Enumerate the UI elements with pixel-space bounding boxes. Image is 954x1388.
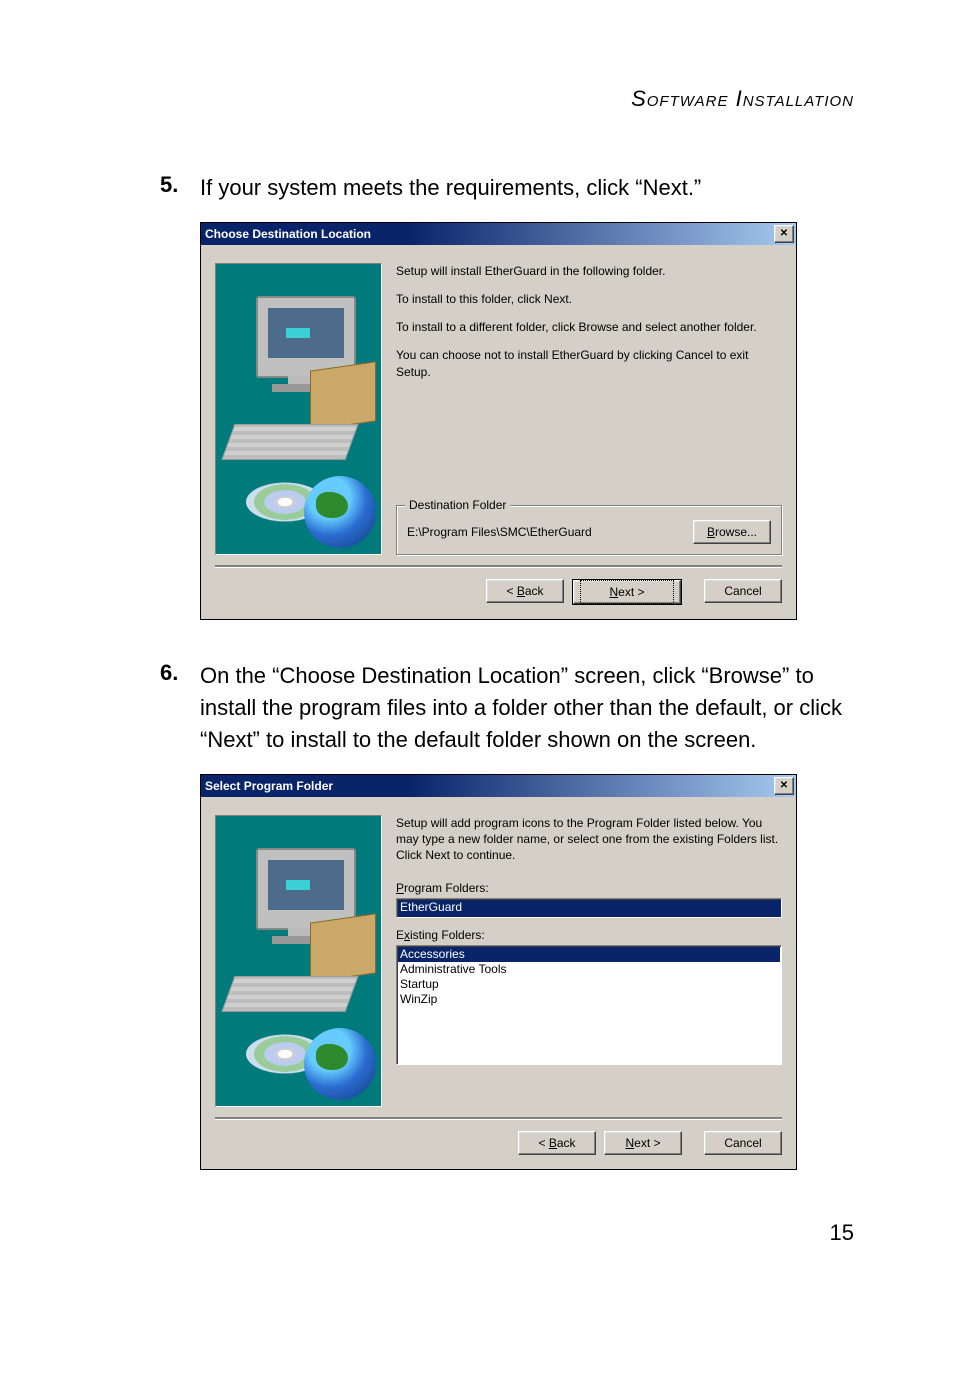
dialog-text-4: You can choose not to install EtherGuard… [396,347,782,379]
groupbox-label: Destination Folder [405,498,510,512]
back-label: < Back [506,584,543,598]
back-button[interactable]: < Back [518,1131,596,1155]
cancel-button[interactable]: Cancel [704,1131,782,1155]
program-folders-label: Program Folders: [396,881,782,895]
destination-path: E:\Program Files\SMC\EtherGuard [407,525,693,539]
step-text: If your system meets the requirements, c… [200,172,701,204]
dialog-body: Setup will add program icons to the Prog… [201,797,796,1117]
titlebar-text: Select Program Folder [205,779,774,793]
step-6: 6. On the “Choose Destination Location” … [160,660,854,756]
program-folders-input[interactable]: EtherGuard [396,898,782,918]
keyboard-icon [221,424,358,460]
installer-graphic [215,263,382,555]
titlebar: Choose Destination Location ✕ [201,223,796,245]
cancel-button[interactable]: Cancel [704,579,782,603]
step-text: On the “Choose Destination Location” scr… [200,660,854,756]
close-icon[interactable]: ✕ [774,777,794,795]
next-button[interactable]: Next > [604,1131,682,1155]
dialog-text-1: Setup will add program icons to the Prog… [396,815,782,864]
list-item[interactable]: WinZip [398,992,780,1007]
destination-folder-group: Destination Folder E:\Program Files\SMC\… [396,505,782,555]
box-icon [310,361,376,430]
dialog-content: Setup will install EtherGuard in the fol… [382,263,782,555]
step-5: 5. If your system meets the requirements… [160,172,854,204]
dialog-select-program-folder: Select Program Folder ✕ Setup will add p… [200,774,797,1170]
section-header: Software Installation [100,86,854,112]
next-label: Next > [625,1136,660,1150]
step-number: 6. [160,660,200,756]
globe-icon [304,1028,376,1100]
titlebar-text: Choose Destination Location [205,227,774,241]
existing-folders-listbox[interactable]: Accessories Administrative Tools Startup… [396,945,782,1065]
existing-folders-label: Existing Folders: [396,928,782,942]
installer-graphic [215,815,382,1107]
next-button[interactable]: Next > [572,579,682,605]
dialog-body: Setup will install EtherGuard in the fol… [201,245,796,565]
button-row: < Back Next > Cancel [201,1131,796,1169]
page: Software Installation 5. If your system … [0,0,954,1286]
keyboard-icon [221,976,358,1012]
titlebar: Select Program Folder ✕ [201,775,796,797]
destination-row: E:\Program Files\SMC\EtherGuard Browse..… [407,520,771,544]
cancel-label: Cancel [724,584,761,598]
browse-label: Browse... [707,525,757,539]
browse-button[interactable]: Browse... [693,520,771,544]
back-button[interactable]: < Back [486,579,564,603]
list-item[interactable]: Administrative Tools [398,962,780,977]
step-number: 5. [160,172,200,204]
dialog-text-2: To install to this folder, click Next. [396,291,782,307]
dialog-content: Setup will add program icons to the Prog… [382,815,782,1107]
next-label: Next > [580,580,674,604]
page-number: 15 [100,1220,854,1246]
box-icon [310,913,376,982]
divider [215,1117,782,1119]
back-label: < Back [538,1136,575,1150]
dialog-text-3: To install to a different folder, click … [396,319,782,335]
list-item[interactable]: Startup [398,977,780,992]
globe-icon [304,476,376,548]
list-item[interactable]: Accessories [398,947,780,962]
cancel-label: Cancel [724,1136,761,1150]
dialog-text-1: Setup will install EtherGuard in the fol… [396,263,782,279]
divider [215,565,782,567]
dialog-choose-destination: Choose Destination Location ✕ Setup will… [200,222,797,620]
button-row: < Back Next > Cancel [201,579,796,619]
close-icon[interactable]: ✕ [774,225,794,243]
